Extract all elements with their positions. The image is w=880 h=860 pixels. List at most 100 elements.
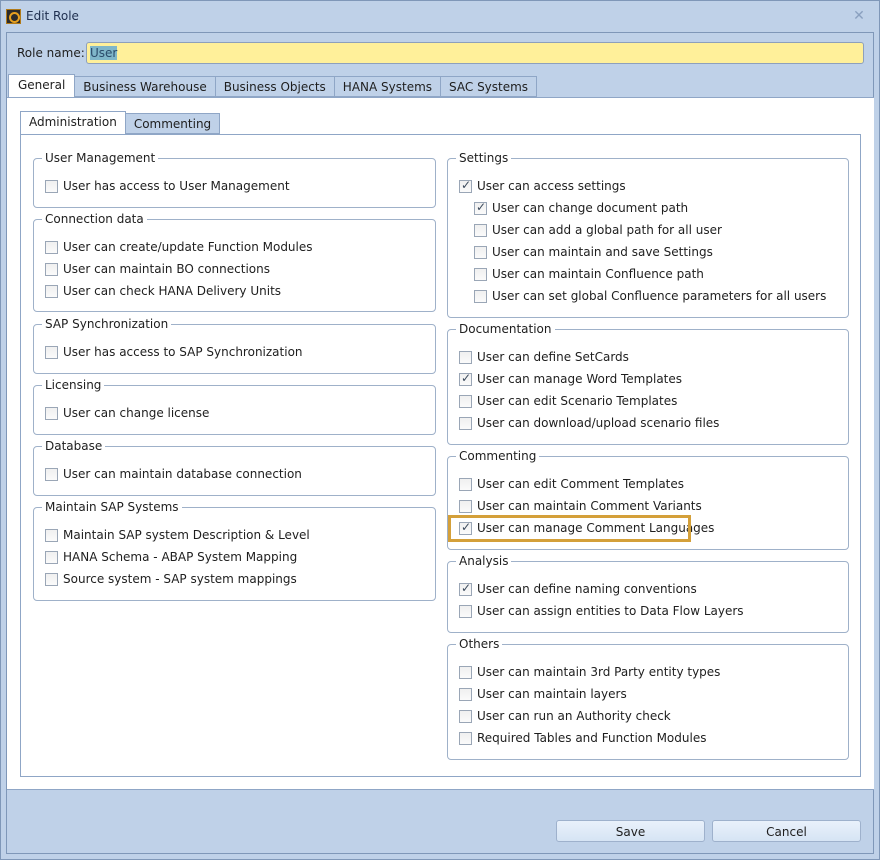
checkbox-user-can-define-naming-conventions[interactable]: User can define naming conventions (459, 580, 697, 598)
checkbox-unchecked-icon[interactable] (45, 572, 58, 586)
checkbox-unchecked-icon[interactable] (459, 709, 472, 723)
checkbox-unchecked-icon[interactable] (45, 240, 58, 254)
checkbox-unchecked-icon[interactable] (45, 284, 58, 298)
checkbox-label: User can manage Word Templates (477, 372, 683, 386)
checkbox-user-can-create-update-function-modules[interactable]: User can create/update Function Modules (45, 238, 313, 256)
checkbox-label: User can add a global path for all user (492, 223, 722, 237)
group-connection-data: Connection data User can create/update Fu… (33, 211, 436, 312)
checkbox-user-can-manage-word-templates[interactable]: User can manage Word Templates (459, 370, 682, 388)
checkbox-user-can-define-setcards[interactable]: User can define SetCards (459, 348, 629, 366)
checkbox-user-can-assign-entities-to-data-flow-layers[interactable]: User can assign entities to Data Flow La… (459, 602, 744, 620)
group-commenting: Commenting User can edit Comment Template… (447, 448, 849, 550)
checkbox-user-can-maintain-layers[interactable]: User can maintain layers (459, 685, 627, 703)
checkbox-label: User can manage Comment Languages (477, 521, 715, 535)
tab-hana-systems[interactable]: HANA Systems (334, 76, 442, 97)
group-title: Connection data (42, 211, 147, 227)
checkbox-user-can-change-license[interactable]: User can change license (45, 404, 209, 422)
checkbox-user-can-maintain-confluence-path[interactable]: User can maintain Confluence path (474, 265, 704, 283)
checkbox-unchecked-icon[interactable] (459, 731, 472, 745)
checkbox-label: Required Tables and Function Modules (477, 731, 707, 745)
group-title: User Management (42, 150, 159, 166)
checkbox-user-can-maintain-3rd-party-entity-types[interactable]: User can maintain 3rd Party entity types (459, 663, 720, 681)
window-title: Edit Role (26, 9, 79, 23)
checkbox-label: User can maintain BO connections (63, 262, 270, 276)
checkbox-source-system-sap-system-mappings[interactable]: Source system - SAP system mappings (45, 570, 297, 588)
checkbox-label: User can edit Scenario Templates (477, 394, 678, 408)
checkbox-label: User can edit Comment Templates (477, 477, 685, 491)
group-title: SAP Synchronization (42, 316, 172, 332)
main-tabs: General Business Warehouse Business Obje… (8, 74, 538, 98)
checkbox-user-has-access-to-user-management[interactable]: User has access to User Management (45, 177, 290, 195)
checkbox-unchecked-icon[interactable] (459, 416, 472, 430)
checkbox-unchecked-icon[interactable] (474, 267, 487, 281)
checkbox-label: User can create/update Function Modules (63, 240, 313, 254)
checkbox-unchecked-icon[interactable] (45, 262, 58, 276)
checkbox-label: User can maintain and save Settings (492, 245, 713, 259)
checkbox-unchecked-icon[interactable] (45, 345, 58, 359)
checkbox-label: User can maintain database connection (63, 467, 302, 481)
checkbox-user-can-edit-comment-templates[interactable]: User can edit Comment Templates (459, 475, 684, 493)
checkbox-unchecked-icon[interactable] (459, 604, 472, 618)
checkbox-label: User can check HANA Delivery Units (63, 284, 282, 298)
checkbox-unchecked-icon[interactable] (45, 550, 58, 564)
checkbox-required-tables-and-function-modules[interactable]: Required Tables and Function Modules (459, 729, 706, 747)
checkbox-user-can-run-an-authority-check[interactable]: User can run an Authority check (459, 707, 671, 725)
checkbox-unchecked-icon[interactable] (45, 179, 58, 193)
checkbox-checked-icon[interactable] (459, 178, 472, 193)
tab-administration[interactable]: Administration (20, 111, 126, 134)
checkbox-unchecked-icon[interactable] (459, 477, 472, 491)
group-database: Database User can maintain database conne… (33, 438, 436, 496)
group-others: Others User can maintain 3rd Party entity… (447, 636, 849, 760)
checkbox-user-can-add-a-global-path-for-all-user[interactable]: User can add a global path for all user (474, 221, 722, 239)
checkbox-hana-schema-abap-system-mapping[interactable]: HANA Schema - ABAP System Mapping (45, 548, 297, 566)
checkbox-user-can-access-settings[interactable]: User can access settings (459, 177, 626, 195)
checkbox-unchecked-icon[interactable] (459, 350, 472, 364)
checkbox-user-can-maintain-database-connection[interactable]: User can maintain database connection (45, 465, 302, 483)
checkbox-user-can-check-hana-delivery-units[interactable]: User can check HANA Delivery Units (45, 282, 281, 300)
checkbox-unchecked-icon[interactable] (459, 499, 472, 513)
tab-general[interactable]: General (8, 74, 76, 97)
cancel-button[interactable]: Cancel (712, 820, 861, 842)
checkbox-checked-icon[interactable] (474, 200, 487, 215)
checkbox-unchecked-icon[interactable] (459, 665, 472, 679)
checkbox-unchecked-icon[interactable] (474, 289, 487, 303)
tab-business-warehouse[interactable]: Business Warehouse (75, 76, 216, 97)
checkbox-unchecked-icon[interactable] (45, 406, 58, 420)
checkbox-checked-icon[interactable] (459, 581, 472, 596)
checkbox-unchecked-icon[interactable] (459, 394, 472, 408)
tab-commenting[interactable]: Commenting (125, 113, 221, 134)
close-icon[interactable]: ✕ (851, 8, 867, 24)
checkbox-label: Source system - SAP system mappings (63, 572, 297, 586)
tab-business-objects[interactable]: Business Objects (215, 76, 335, 97)
checkbox-user-can-set-global-confluence-parameters-for-all-users[interactable]: User can set global Confluence parameter… (474, 287, 826, 305)
checkbox-user-has-access-to-sap-synchronization[interactable]: User has access to SAP Synchronization (45, 343, 303, 361)
checkbox-unchecked-icon[interactable] (474, 223, 487, 237)
checkbox-checked-icon[interactable] (459, 520, 472, 535)
checkbox-user-can-maintain-and-save-settings[interactable]: User can maintain and save Settings (474, 243, 713, 261)
checkbox-label: User can change license (63, 406, 210, 420)
checkbox-user-can-maintain-bo-connections[interactable]: User can maintain BO connections (45, 260, 270, 278)
checkbox-checked-icon[interactable] (459, 371, 472, 386)
checkbox-label: User can maintain Comment Variants (477, 499, 702, 513)
checkbox-label: User can maintain 3rd Party entity types (477, 665, 721, 679)
checkbox-label: Maintain SAP system Description & Level (63, 528, 310, 542)
checkbox-maintain-sap-system-description-level[interactable]: Maintain SAP system Description & Level (45, 526, 310, 544)
checkbox-user-can-manage-comment-languages[interactable]: User can manage Comment Languages (459, 519, 714, 537)
group-sap-synchronization: SAP Synchronization User has access to SA… (33, 316, 436, 374)
role-name-input[interactable]: User (86, 42, 864, 64)
checkbox-label: User can run an Authority check (477, 709, 671, 723)
checkbox-unchecked-icon[interactable] (45, 528, 58, 542)
save-button[interactable]: Save (556, 820, 705, 842)
group-title: Commenting (456, 448, 540, 464)
checkbox-unchecked-icon[interactable] (459, 687, 472, 701)
checkbox-label: User can set global Confluence parameter… (492, 289, 827, 303)
checkbox-unchecked-icon[interactable] (45, 467, 58, 481)
checkbox-user-can-edit-scenario-templates[interactable]: User can edit Scenario Templates (459, 392, 677, 410)
role-name-label: Role name: (17, 46, 85, 60)
checkbox-unchecked-icon[interactable] (474, 245, 487, 259)
checkbox-user-can-change-document-path[interactable]: User can change document path (474, 199, 688, 217)
tab-sac-systems[interactable]: SAC Systems (441, 76, 538, 97)
sub-tabs: Administration Commenting (20, 111, 221, 135)
checkbox-user-can-download-upload-scenario-files[interactable]: User can download/upload scenario files (459, 414, 719, 432)
checkbox-user-can-maintain-comment-variants[interactable]: User can maintain Comment Variants (459, 497, 702, 515)
